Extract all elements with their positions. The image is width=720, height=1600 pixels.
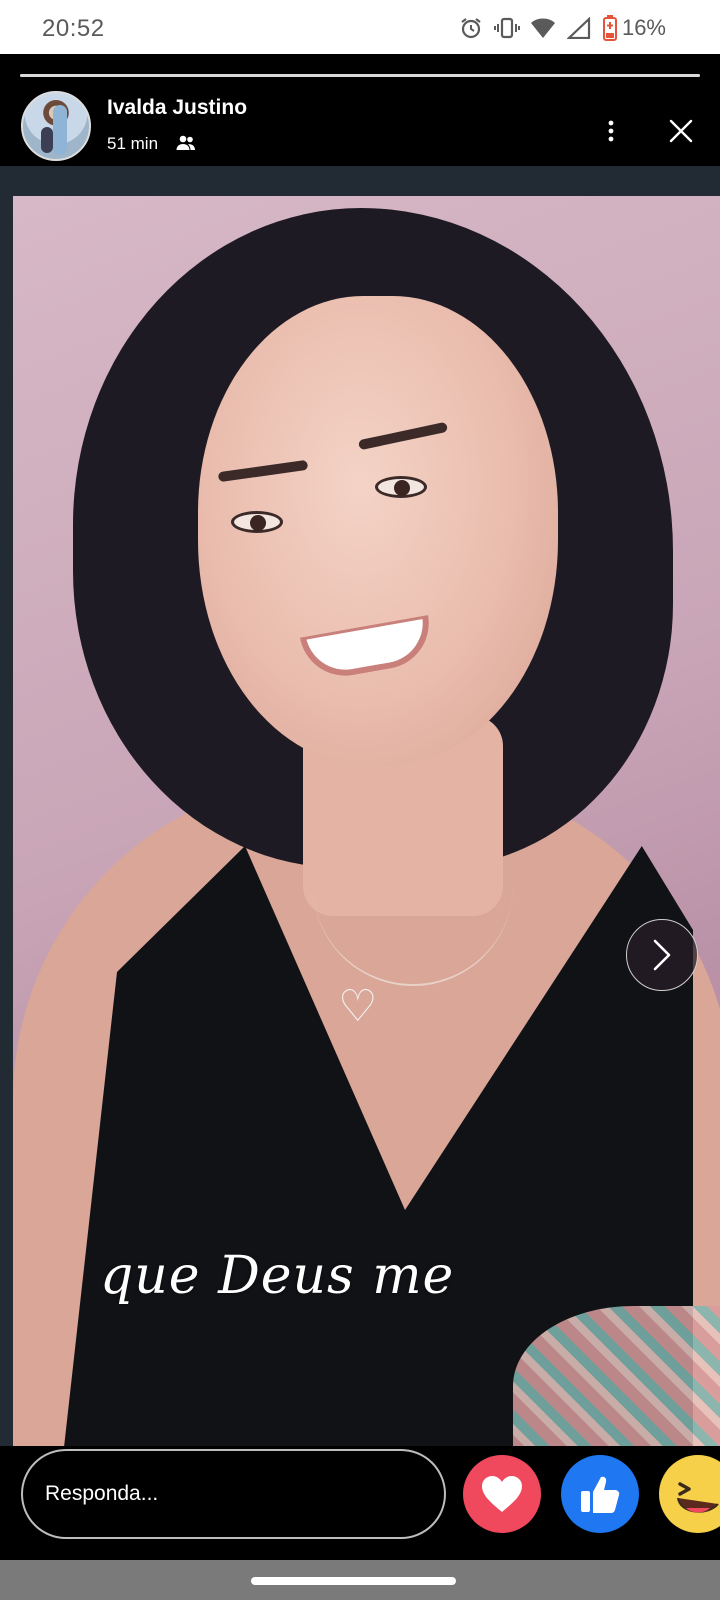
status-time: 20:52 [42, 15, 105, 42]
wifi-icon [530, 15, 556, 41]
laughing-face-icon [677, 1482, 719, 1513]
story-caption: que Deus me [100, 1246, 455, 1306]
photo-eye-right [375, 476, 427, 498]
battery-percent: 16% [621, 15, 666, 40]
chevron-right-icon [653, 939, 671, 971]
story-time: 51 min [107, 134, 159, 153]
close-icon[interactable] [664, 114, 698, 148]
friends-icon [176, 135, 196, 151]
avatar[interactable] [21, 91, 91, 161]
story-viewer[interactable]: ♡ que Deus me [0, 166, 720, 1446]
home-indicator[interactable] [251, 1577, 456, 1585]
reply-input[interactable]: Responda... [21, 1449, 446, 1539]
more-options-icon[interactable] [596, 116, 626, 146]
next-story-button[interactable] [626, 919, 698, 991]
story-header: Ivalda Justino 51 min [0, 54, 720, 166]
heart-icon [482, 1476, 522, 1512]
status-bar: 20:52 16% [0, 0, 720, 54]
haha-reaction-button[interactable] [659, 1455, 720, 1533]
love-reaction-button[interactable] [463, 1455, 541, 1533]
alarm-icon [458, 15, 484, 41]
battery-low-icon [602, 15, 618, 41]
thumbs-up-icon [581, 1476, 620, 1513]
user-name[interactable]: Ivalda Justino [107, 96, 247, 120]
avatar-figure-child [41, 127, 53, 153]
reply-bar: Responda... [0, 1446, 720, 1560]
navigation-bar [0, 1560, 720, 1600]
signal-icon [566, 15, 592, 41]
heart-pendant-icon: ♡ [338, 981, 378, 1032]
photo-eye-left [231, 511, 283, 533]
story-progress-bar [20, 74, 700, 77]
like-reaction-button[interactable] [561, 1455, 639, 1533]
status-icons: 16% [458, 13, 666, 43]
vibrate-icon [493, 15, 520, 41]
avatar-figure [53, 105, 67, 155]
story-progress-fill [20, 74, 700, 77]
